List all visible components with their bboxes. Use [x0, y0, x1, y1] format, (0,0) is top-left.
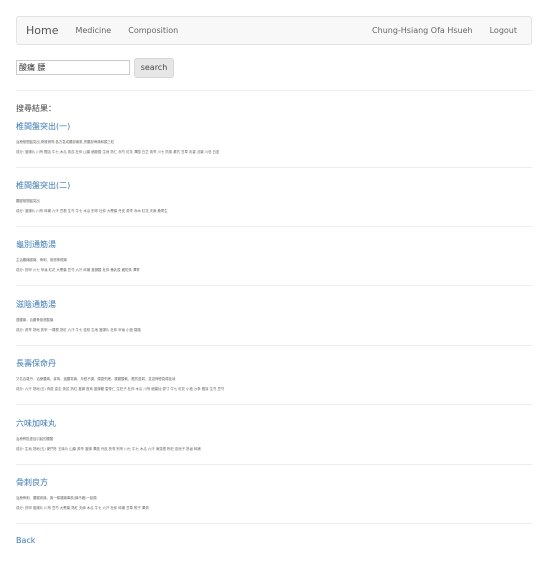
result-title-link[interactable]: 龜別通筋湯 [16, 239, 532, 250]
result-composition: 成分: 當歸片 川芎 獨活 牛七 木瓜 黃芪 杜仲 山藥 續斷酸 生地 熟仁 赤… [16, 150, 220, 154]
result-description: 治療腎陰虛症引起的腰酸 [16, 437, 54, 441]
divider [16, 285, 532, 286]
navbar: Home Medicine Composition Chung-Hsiang O… [16, 16, 532, 45]
result-title-link[interactable]: 六味加味丸 [16, 418, 532, 429]
composition-link[interactable]: Composition [128, 26, 178, 35]
result-title-link[interactable]: 滋陰通筋湯 [16, 299, 532, 310]
result-description: 治療骨刺、腰腿疼痛，與一條腿痛痺風(痛不著)一起隨 [16, 496, 97, 500]
home-link[interactable]: Home [26, 24, 58, 37]
result-composition: 成分: 黃芩 熟地 別甲 一棵根 熟紅 六汗 牛七 桂枝 生地 當歸片 杜仲 甲… [16, 328, 141, 332]
divider [16, 523, 532, 524]
result-composition: 成分: 別甲 川七 甲龜 紅花 大棗葉 豆芍 六汗 碎補 當歸酸 杜仲 桑乳羨 … [16, 268, 140, 272]
result-composition: 成分: 當歸片 川芎 碎補 六汗 豆根 生芍 牛七 木瓜 別甲 杜仲 大棗葉 丹… [16, 209, 168, 213]
result-title-link[interactable]: 椎間盤突出(二) [16, 180, 532, 191]
result-description: 退腰痛，治腰骨風濕酸痛 [16, 318, 54, 322]
search-input[interactable] [16, 60, 130, 75]
divider [16, 167, 532, 168]
medicine-link[interactable]: Medicine [75, 26, 111, 35]
divider [16, 345, 532, 346]
result-description: 治療椎間盤突出,脊椎側彎,各方急成腰部痛風,會腰部骨痛和頸三粒 [16, 140, 115, 144]
divider [16, 464, 532, 465]
result-entry: 六味加味丸 治療腎陰虛症引起的腰酸 成分: 生地 熟地(五) 麥門冬 五味片 山… [16, 418, 532, 465]
logout-link[interactable]: Logout [490, 26, 517, 35]
result-description: 又名百歲丹，治療腰痛、耳鳴、遺腰寫痛、月經不調、頭昏失眠、膝腿酸軟、體質虛弱，並… [16, 377, 176, 381]
divider [16, 226, 532, 227]
result-entry: 骨刺良方 治療骨刺、腰腿疼痛，與一條腿痛痺風(痛不著)一起隨 成分: 別甲 當歸… [16, 477, 532, 524]
result-title-link[interactable]: 椎間盤突出(一) [16, 121, 532, 132]
result-entry: 滋陰通筋湯 退腰痛，治腰骨風濕酸痛 成分: 黃芩 熟地 別甲 一棵根 熟紅 六汗… [16, 299, 532, 346]
result-entry: 龜別通筋湯 主治腰痛腿痛、骨刺、風濕神經痛 成分: 別甲 川七 甲龜 紅花 大棗… [16, 239, 532, 286]
result-composition: 成分: 生地 熟地(五) 麥門冬 五味片 山藥 黃芩 當歸 澤蓮 丹皮 茯苓 別… [16, 447, 201, 451]
user-name-link[interactable]: Chung-Hsiang Ofa Hsueh [372, 26, 473, 35]
results-title: 搜尋結果： [16, 104, 56, 113]
result-composition: 成分: 別甲 當歸片 川芎 豆芍 大棗葉 熟紅 天麻 木瓜 牛七 六汗 杜仲 碎… [16, 506, 149, 510]
result-description: 腰腿椎間盤突出 [16, 199, 40, 203]
back-link[interactable]: Back [16, 536, 35, 545]
result-entry: 椎間盤突出(一) 治療椎間盤突出,脊椎側彎,各方急成腰部痛風,會腰部骨痛和頸三粒… [16, 121, 532, 168]
divider [16, 404, 532, 405]
result-title-link[interactable]: 長壽保命丹 [16, 358, 532, 369]
divider [16, 90, 532, 91]
result-description: 主治腰痛腿痛、骨刺、風濕神經痛 [16, 258, 67, 262]
result-title-link[interactable]: 骨刺良方 [16, 477, 532, 488]
result-entry: 椎間盤突出(二) 腰腿椎間盤突出 成分: 當歸片 川芎 碎補 六汗 豆根 生芍 … [16, 180, 532, 227]
search-button[interactable]: search [134, 58, 174, 78]
result-composition: 成分: 六汗 熟地(五) 肉蓯 遠志 黃芪 熟紅 當歸 首烏 當歸龍 雲苓仁 生… [16, 387, 225, 391]
result-entry: 長壽保命丹 又名百歲丹，治療腰痛、耳鳴、遺腰寫痛、月經不調、頭昏失眠、膝腿酸軟、… [16, 358, 532, 405]
